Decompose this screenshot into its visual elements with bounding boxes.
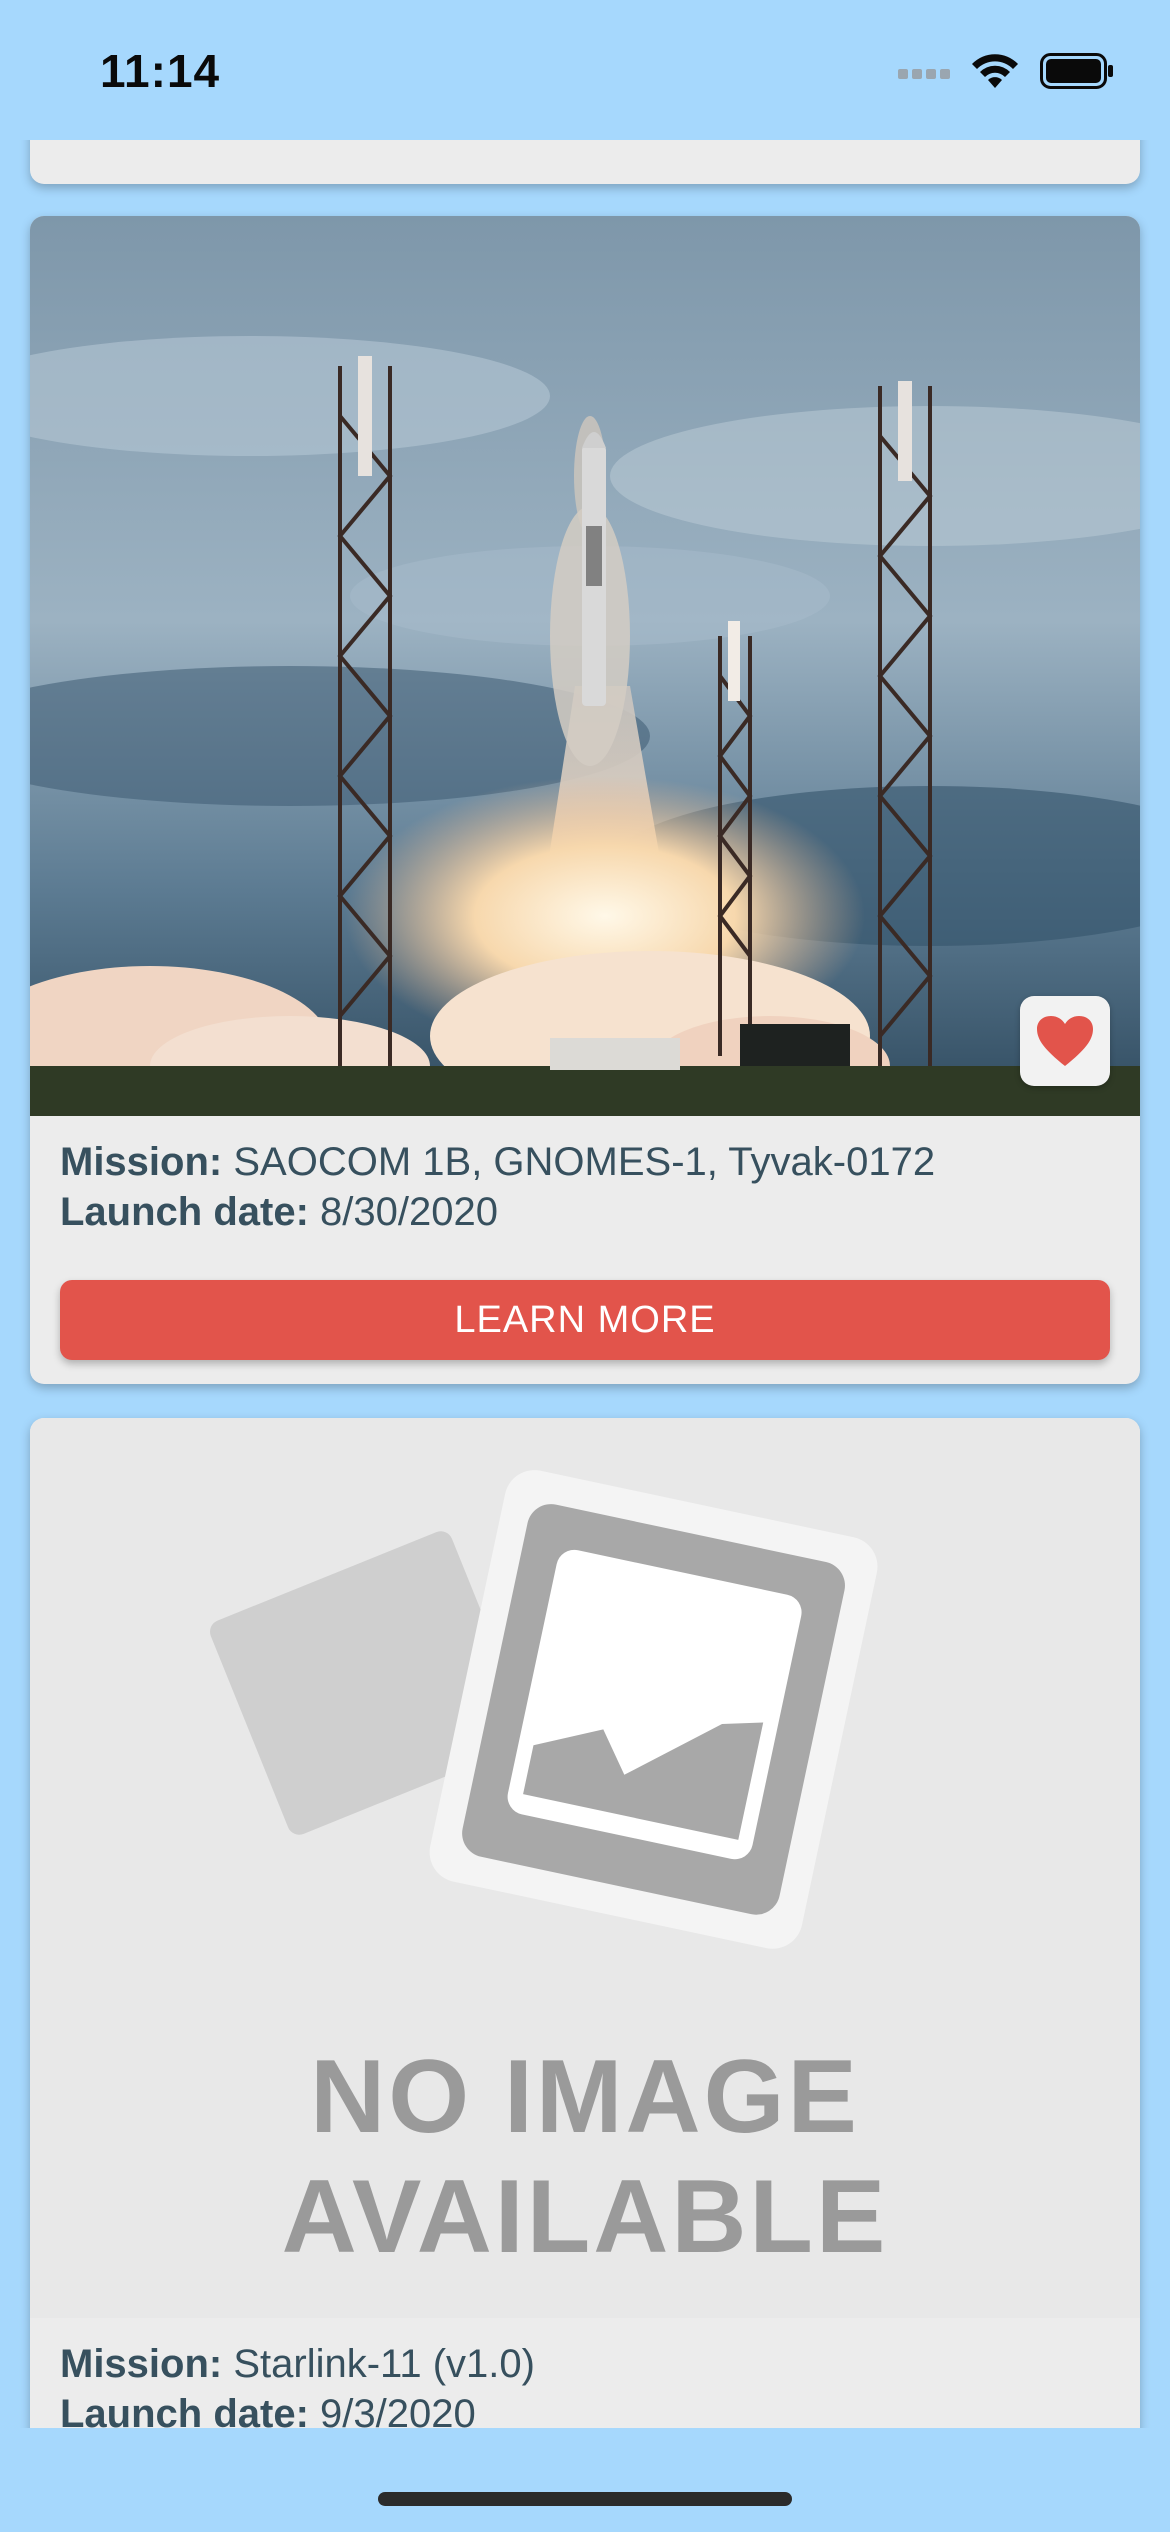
launch-date-value: 8/30/2020: [320, 1190, 498, 1234]
launch-card-previous: [30, 140, 1140, 184]
launch-date-row: Launch date: 8/30/2020: [60, 1186, 498, 1238]
launch-date-label: Launch date:: [60, 1190, 309, 1234]
status-bar: 11:14: [0, 0, 1170, 140]
signal-icon: [898, 69, 950, 79]
battery-icon: [1040, 53, 1113, 89]
status-icons: [898, 52, 1114, 90]
no-image-line2: AVAILABLE: [281, 2159, 889, 2275]
favorite-button[interactable]: [1020, 996, 1110, 1086]
rocket-launch-image: [30, 216, 1140, 1116]
heart-icon: [1037, 1016, 1093, 1066]
mission-row: Mission: Starlink-11 (v1.0): [60, 2338, 535, 2390]
launch-photo: [30, 216, 1140, 1116]
no-image-placeholder: NO IMAGE AVAILABLE: [30, 1418, 1140, 2318]
status-time: 11:14: [100, 45, 221, 97]
home-indicator[interactable]: [378, 2492, 792, 2506]
mission-row: Mission: SAOCOM 1B, GNOMES-1, Tyvak-0172: [60, 1136, 935, 1188]
launch-date-value: 9/3/2020: [320, 2392, 476, 2428]
launch-list[interactable]: Mission: SAOCOM 1B, GNOMES-1, Tyvak-0172…: [0, 140, 1170, 2428]
launch-date-label: Launch date:: [60, 2392, 309, 2428]
no-image-line1: NO IMAGE: [310, 2039, 860, 2155]
launch-card: NO IMAGE AVAILABLE Mission: Starlink-11 …: [30, 1418, 1140, 2428]
learn-more-button[interactable]: LEARN MORE: [60, 1280, 1110, 1360]
mission-label: Mission:: [60, 1140, 223, 1184]
wifi-icon: [972, 54, 1018, 88]
mission-label: Mission:: [60, 2342, 223, 2386]
launch-card: Mission: SAOCOM 1B, GNOMES-1, Tyvak-0172…: [30, 216, 1140, 1384]
mission-value: Starlink-11 (v1.0): [233, 2342, 535, 2386]
launch-date-row: Launch date: 9/3/2020: [60, 2388, 476, 2428]
mission-value: SAOCOM 1B, GNOMES-1, Tyvak-0172: [233, 1140, 936, 1184]
